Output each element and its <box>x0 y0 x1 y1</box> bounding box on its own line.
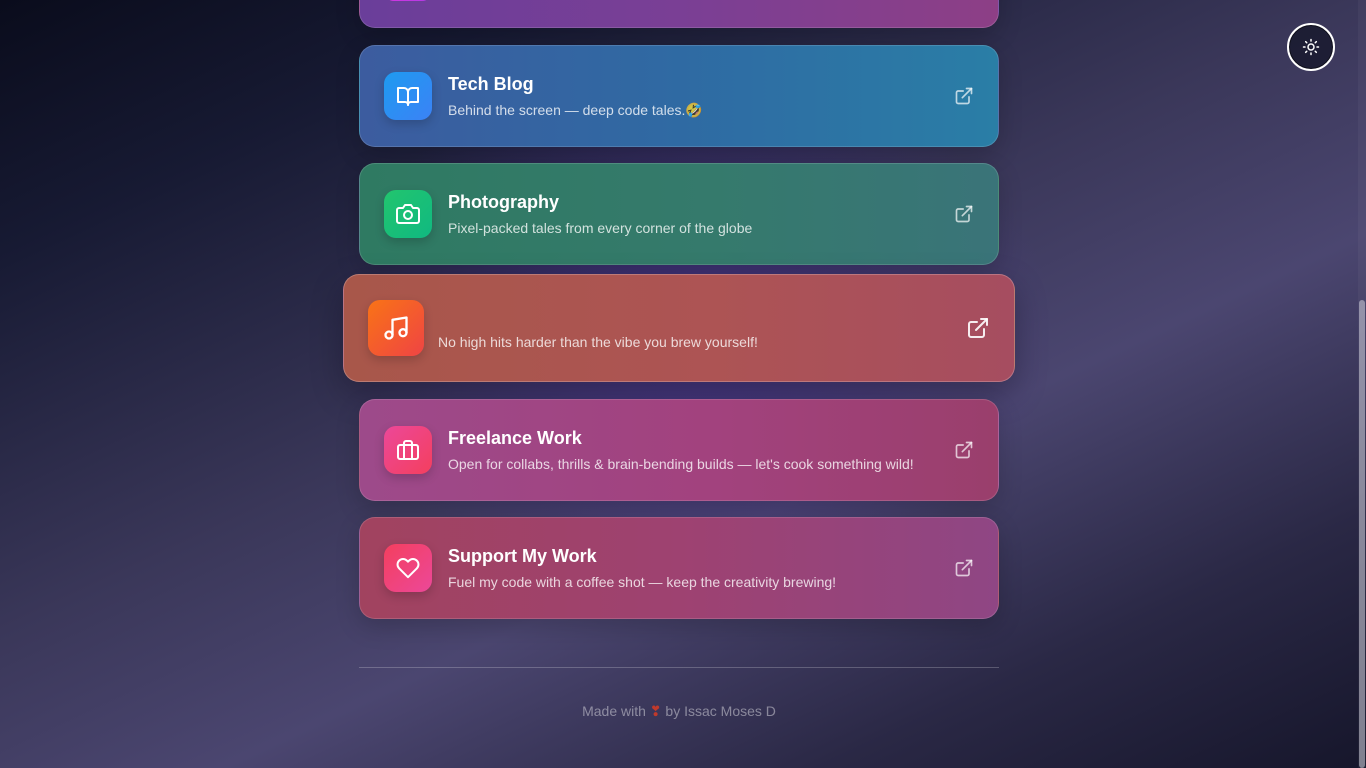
heart-emoji-icon: ❣ <box>649 703 662 719</box>
heart-icon <box>384 544 432 592</box>
book-open-icon <box>384 72 432 120</box>
partial-icon <box>384 0 432 1</box>
external-link-icon[interactable] <box>954 204 974 224</box>
card-description: No high hits harder than the vibe you br… <box>438 334 758 350</box>
external-link-icon[interactable] <box>954 86 974 106</box>
card-photography[interactable]: Photography Pixel-packed tales from ever… <box>359 163 999 265</box>
card-description: Behind the screen — deep code tales.🤣 <box>448 102 703 118</box>
external-link-icon[interactable] <box>954 440 974 460</box>
external-link-icon[interactable] <box>954 558 974 578</box>
card-description: Open for collabs, thrills & brain-bendin… <box>448 456 914 472</box>
card-freelance-work[interactable]: Freelance Work Open for collabs, thrills… <box>359 399 999 501</box>
card-support-my-work[interactable]: Support My Work Fuel my code with a coff… <box>359 517 999 619</box>
camera-icon <box>384 190 432 238</box>
theme-toggle-button[interactable] <box>1287 23 1335 71</box>
sun-icon <box>1302 38 1320 56</box>
card-music[interactable]: No high hits harder than the vibe you br… <box>343 274 1015 382</box>
briefcase-icon <box>384 426 432 474</box>
card-description: Fuel my code with a coffee shot — keep t… <box>448 574 837 590</box>
scrollbar-thumb[interactable] <box>1359 300 1365 768</box>
footer-prefix: Made with <box>582 703 646 719</box>
card-title: Support My Work <box>448 546 597 566</box>
card-title: Freelance Work <box>448 428 582 448</box>
music-note-icon <box>368 300 424 356</box>
card-title: Photography <box>448 192 559 212</box>
card-tech-blog[interactable]: Tech Blog Behind the screen — deep code … <box>359 45 999 147</box>
footer: Made with ❣ by Issac Moses D <box>359 702 999 720</box>
footer-divider <box>359 667 999 668</box>
card-partial-top[interactable] <box>359 0 999 28</box>
footer-author: by Issac Moses D <box>665 703 776 719</box>
link-page: Tech Blog Behind the screen — deep code … <box>0 0 1366 768</box>
card-title: Tech Blog <box>448 74 534 94</box>
external-link-icon[interactable] <box>966 316 990 340</box>
card-description: Pixel-packed tales from every corner of … <box>448 220 753 236</box>
